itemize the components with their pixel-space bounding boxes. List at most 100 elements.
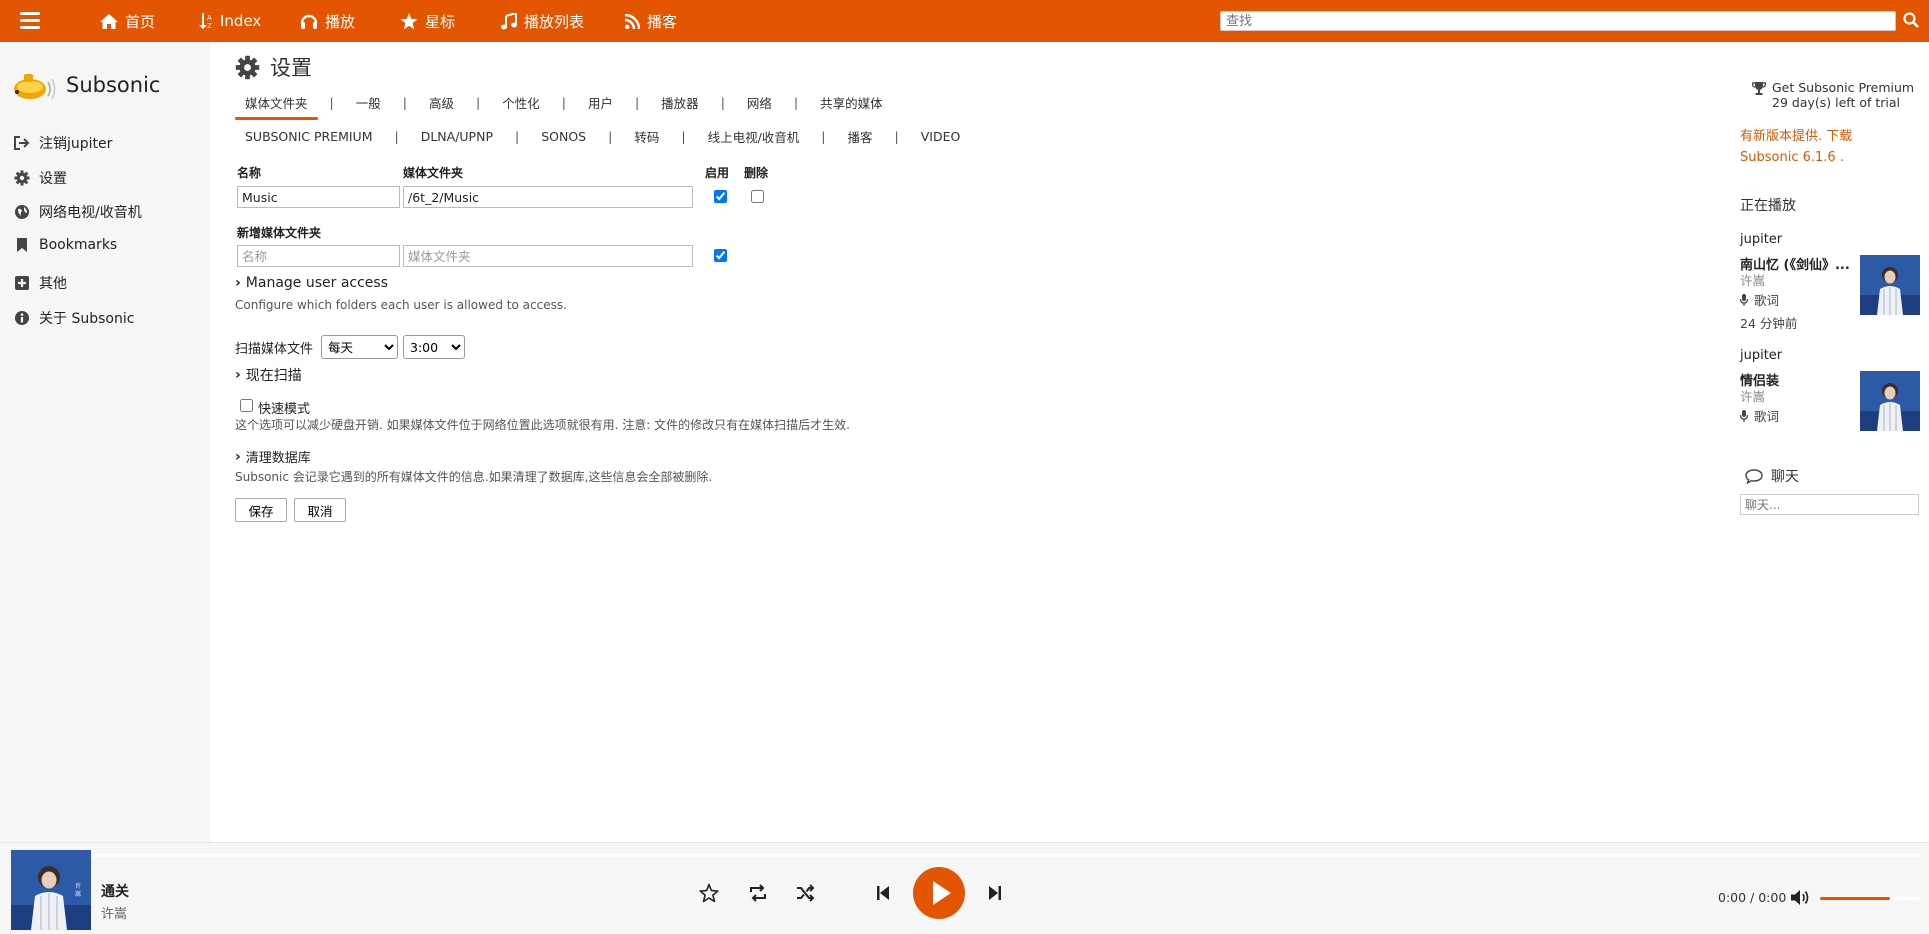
previous-track-icon[interactable] [876,885,890,901]
tab-general[interactable]: 一般 [354,93,383,112]
nav-podcast[interactable]: 播客 [625,0,677,42]
scan-interval-select[interactable]: 每天 [321,335,398,359]
tab-advanced[interactable]: 高级 [427,93,456,112]
nav-starred[interactable]: 星标 [400,0,455,42]
nav-playlists[interactable]: 播放列表 [501,0,584,42]
clean-database-label: 清理数据库 [245,451,311,466]
search-icon[interactable] [1903,12,1919,28]
sidebar-item-label: 关于 Subsonic [39,311,135,327]
svg-text:许: 许 [75,882,81,890]
menu-toggle-icon[interactable] [20,12,40,30]
nav-index[interactable]: AZ Index [199,0,261,42]
new-folder-path-input[interactable] [403,245,693,267]
star-toggle-icon[interactable] [699,883,719,903]
now-playing-artist-link[interactable]: 许嵩 [1740,270,1765,289]
chevron-right-icon: › [235,367,241,383]
svg-text:Z: Z [207,22,212,29]
sidebar-item-more[interactable]: 其他 [14,273,67,293]
folder-name-input[interactable] [237,186,400,208]
tab-dlna[interactable]: DLNA/UPNP [419,129,495,144]
now-playing-user: jupiter [1740,232,1783,247]
now-playing-lyrics-link[interactable]: 歌词 [1740,290,1779,309]
nav-play[interactable]: 播放 [300,0,355,42]
tab-users[interactable]: 用户 [586,93,615,112]
bookmark-icon [17,238,27,252]
index-sort-icon: AZ [199,13,212,29]
manage-user-access-hint: Configure which folders each user is all… [235,298,567,312]
cancel-button[interactable]: 取消 [294,498,346,522]
now-playing-time-ago: 24 分钟前 [1740,316,1798,331]
tab-internet-tv-radio[interactable]: 线上电视/收音机 [706,127,802,146]
player-song-title[interactable]: 通关 [101,881,129,901]
column-header-name: 名称 [237,166,262,180]
tab-players[interactable]: 播放器 [659,93,701,112]
sidebar-item-internet-radio[interactable]: 网络电视/收音机 [14,202,142,222]
clean-database-toggle[interactable]: › 清理数据库 [235,447,311,467]
now-playing-lyrics-link[interactable]: 歌词 [1740,406,1779,425]
new-version-notice[interactable]: 有新版本提供. 下载 Subsonic 6.1.6 . [1740,126,1852,168]
play-button[interactable] [913,867,965,919]
scan-now-toggle[interactable]: › 现在扫描 [235,365,302,385]
tab-network[interactable]: 网络 [745,93,774,112]
now-playing-artist-link[interactable]: 许嵩 [1740,386,1765,405]
tab-personal[interactable]: 个性化 [500,93,542,112]
now-playing-user: jupiter [1740,348,1783,363]
tab-sharing[interactable]: 共享的媒体 [818,93,885,112]
rss-icon [625,13,640,29]
player-artist[interactable]: 许嵩 [101,903,127,922]
new-version-line2: Subsonic 6.1.6 . [1740,150,1844,165]
player-album-cover[interactable]: 许 嵩 [11,850,91,930]
repeat-icon[interactable] [748,884,768,902]
brand-logo[interactable]: Subsonic [12,68,160,102]
folder-path-input[interactable] [403,186,693,208]
play-icon [933,881,951,905]
sidebar-item-about[interactable]: 关于 Subsonic [14,308,134,328]
top-nav-bar: 首页 AZ Index 播放 星标 播放列表 播客 [0,0,1929,42]
nav-playlists-label: 播放列表 [524,12,585,31]
album-cover-image[interactable] [1860,255,1920,315]
nav-play-label: 播放 [325,12,356,31]
sidebar-item-settings[interactable]: 设置 [14,168,67,188]
nav-index-label: Index [220,12,262,30]
scan-label: 扫描媒体文件 [235,342,314,357]
player-bar: 许 嵩 通关 许嵩 0:00 / 0:00 [0,842,1929,934]
tab-subsonic-premium[interactable]: SUBSONIC PREMIUM [243,129,374,144]
search-input[interactable] [1220,11,1896,31]
tab-video[interactable]: VIDEO [919,129,963,144]
trophy-icon [1752,82,1766,95]
scan-time-select[interactable]: 3:00 [403,335,465,359]
gear-icon [14,170,30,186]
chat-input[interactable] [1740,494,1919,515]
shuffle-icon[interactable] [796,884,816,902]
save-button[interactable]: 保存 [235,498,287,522]
progress-slider[interactable] [90,854,1920,857]
tab-sonos[interactable]: SONOS [539,129,588,144]
new-folder-enabled-checkbox[interactable] [714,249,727,262]
sidebar-item-logout[interactable]: 注销jupiter [14,133,112,153]
album-cover-image[interactable] [1860,371,1920,431]
next-track-icon[interactable] [988,885,1002,901]
headphones-icon [300,14,318,29]
sidebar-item-bookmarks[interactable]: Bookmarks [14,237,117,253]
sidebar-item-label: 设置 [39,171,67,187]
nav-podcast-label: 播客 [647,12,678,31]
volume-icon[interactable] [1790,889,1810,906]
scan-now-label: 现在扫描 [245,368,302,384]
chat-bubble-icon [1745,468,1763,484]
volume-slider[interactable] [1820,897,1920,900]
nav-home[interactable]: 首页 [100,0,155,42]
fast-mode-checkbox[interactable] [240,399,253,412]
column-header-folder: 媒体文件夹 [403,166,464,180]
chevron-right-icon: › [235,448,241,465]
tab-media-folders[interactable]: 媒体文件夹 [235,93,317,120]
tab-podcast[interactable]: 播客 [846,127,875,146]
manage-user-access-toggle[interactable]: › Manage user access [235,275,388,291]
folder-enabled-checkbox[interactable] [714,190,727,203]
info-circle-icon [15,311,29,325]
premium-line1: Get Subsonic Premium [1772,80,1915,95]
premium-promo[interactable]: Get Subsonic Premium 29 day(s) left of t… [1752,80,1914,110]
new-folder-name-input[interactable] [237,245,400,267]
tab-transcoding[interactable]: 转码 [632,127,661,146]
folder-delete-checkbox[interactable] [751,190,764,203]
plus-square-icon [15,276,29,290]
